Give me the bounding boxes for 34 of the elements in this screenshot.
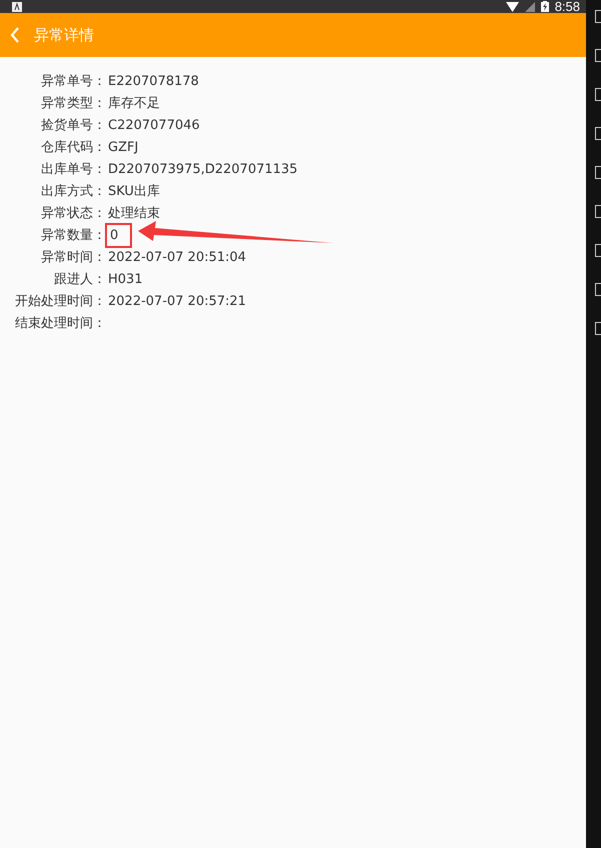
status-time: 8:58 bbox=[554, 0, 580, 13]
toolbar-icon[interactable] bbox=[595, 322, 601, 335]
toolbar-icon[interactable] bbox=[595, 244, 601, 257]
field-value: 2022-07-07 20:57:21 bbox=[107, 294, 246, 308]
page-title: 异常详情 bbox=[34, 26, 94, 44]
field-value: 库存不足 bbox=[107, 95, 160, 112]
field-value: C2207077046 bbox=[107, 118, 200, 132]
field-label: 异常类型： bbox=[40, 95, 106, 112]
field-label: 异常单号： bbox=[40, 73, 106, 90]
field-label: 跟进人： bbox=[53, 271, 106, 288]
field-label: 捡货单号： bbox=[40, 117, 106, 134]
highlighted-value: 0 bbox=[107, 224, 130, 246]
toolbar-icon[interactable] bbox=[595, 283, 601, 296]
field-value: 2022-07-07 20:51:04 bbox=[107, 250, 246, 264]
field-label: 异常时间： bbox=[40, 249, 106, 266]
field-value: GZFJ bbox=[107, 140, 138, 154]
toolbar-icon[interactable] bbox=[595, 49, 601, 62]
toolbar-icon[interactable] bbox=[595, 166, 601, 179]
field-label: 开始处理时间： bbox=[14, 293, 106, 310]
field-label: 异常数量： bbox=[40, 227, 106, 244]
toolbar-icon[interactable] bbox=[595, 88, 601, 101]
field-value: D2207073975,D2207071135 bbox=[107, 162, 298, 176]
toolbar-icon[interactable] bbox=[595, 127, 601, 140]
field-value: E2207078178 bbox=[107, 74, 199, 88]
toolbar-icon[interactable] bbox=[595, 205, 601, 218]
field-value: SKU出库 bbox=[107, 183, 160, 200]
field-value: 处理结束 bbox=[107, 205, 160, 222]
toolbar-icon[interactable] bbox=[595, 10, 601, 23]
field-value: H031 bbox=[107, 272, 143, 286]
field-label: 出库方式： bbox=[40, 183, 106, 200]
field-label: 出库单号： bbox=[40, 161, 106, 178]
field-label: 仓库代码： bbox=[40, 139, 106, 156]
field-label: 异常状态： bbox=[40, 205, 106, 222]
field-label: 结束处理时间： bbox=[14, 315, 106, 332]
